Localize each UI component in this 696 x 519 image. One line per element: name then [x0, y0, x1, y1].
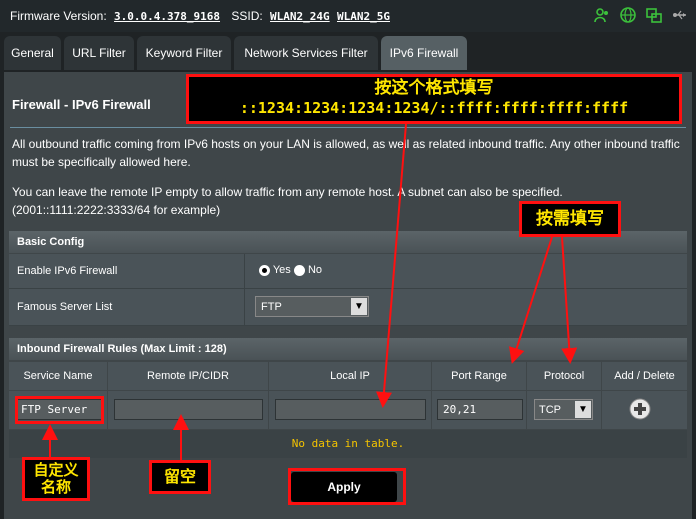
annotation-arrows [42, 123, 578, 460]
